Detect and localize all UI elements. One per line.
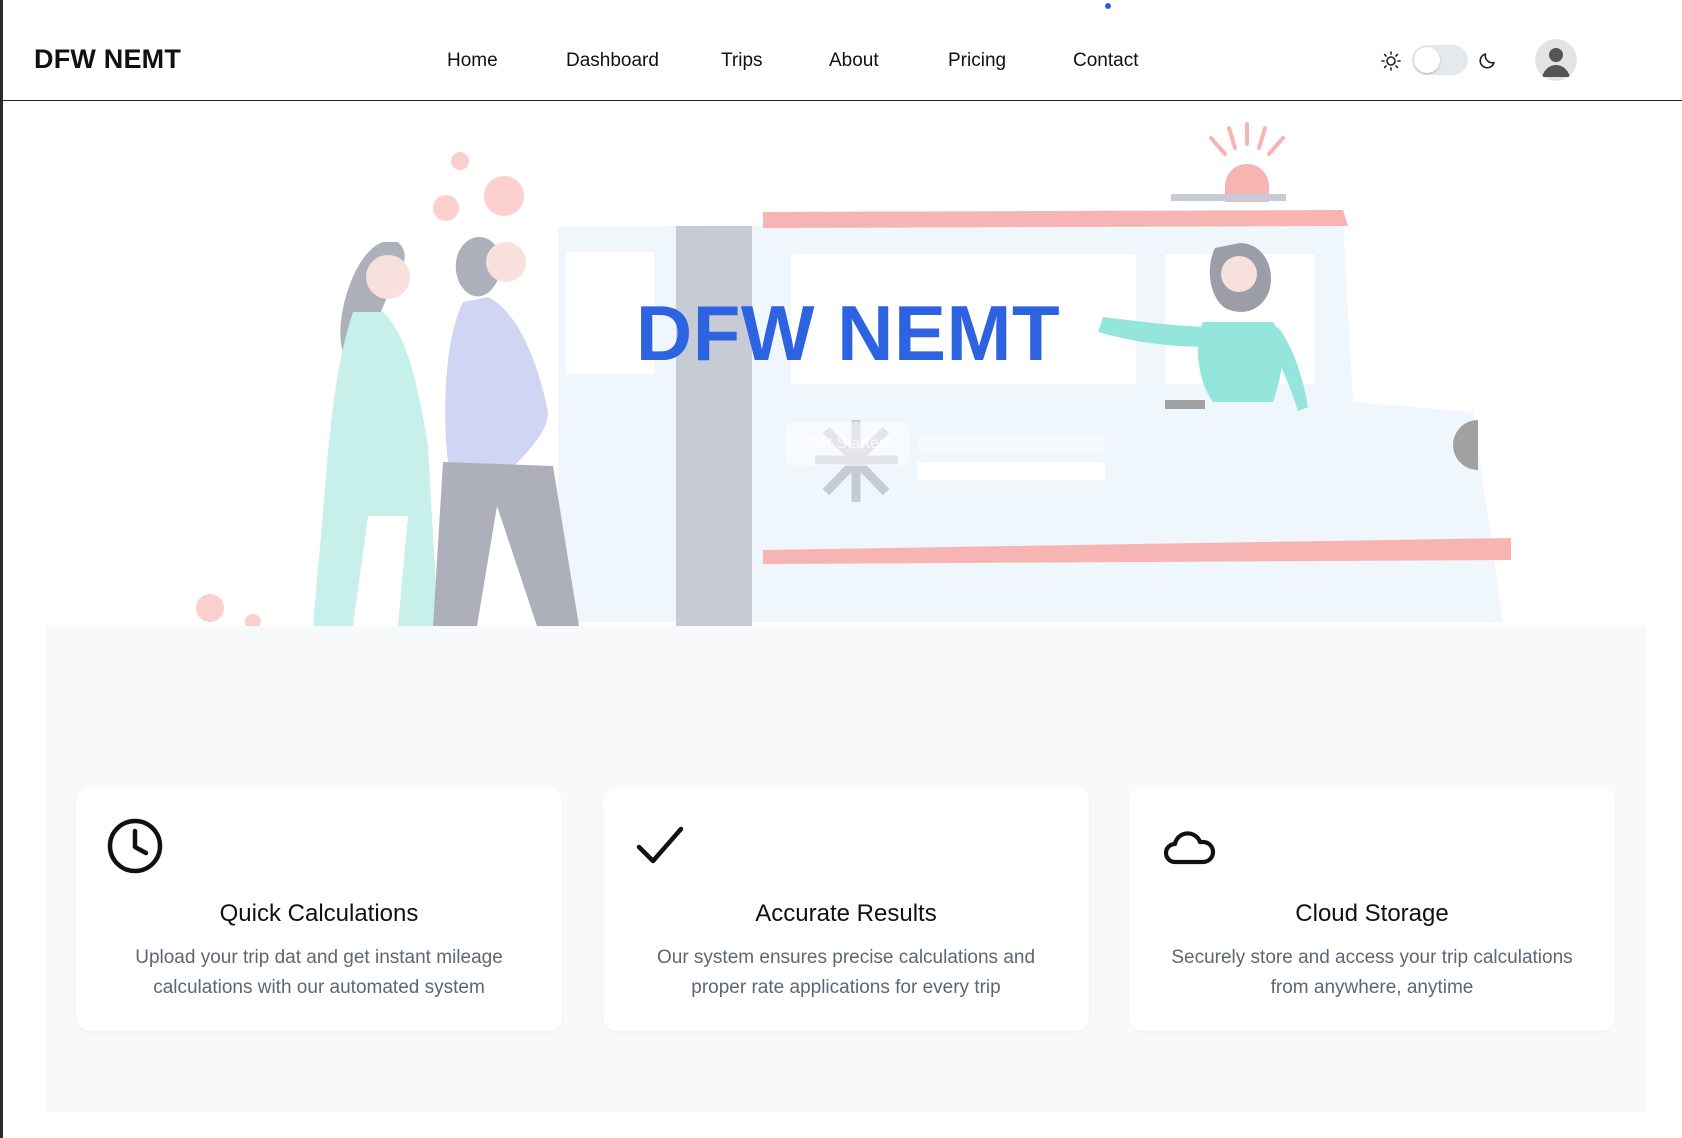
get-started-button[interactable]: Get Started [785, 422, 909, 466]
feature-card-accurate-results: Accurate Results Our system ensures prec… [603, 787, 1089, 1031]
nav-home[interactable]: Home [447, 50, 498, 72]
nav-pricing[interactable]: Pricing [948, 50, 1006, 72]
feature-card-cloud-storage: Cloud Storage Securely store and access … [1129, 787, 1615, 1031]
feature-title: Cloud Storage [1295, 900, 1449, 927]
toggle-knob [1414, 47, 1440, 73]
hero-title: DFW NEMT [635, 289, 1061, 377]
theme-toggle[interactable] [1412, 45, 1468, 75]
features-section: Quick Calculations Upload your trip dat … [46, 626, 1646, 1112]
brand-logo[interactable]: DFW NEMT [34, 44, 181, 75]
cloud-icon [1163, 831, 1216, 865]
feature-title: Quick Calculations [219, 900, 419, 927]
navbar: DFW NEMT Home Dashboard Trips About Pric… [3, 0, 1682, 101]
feature-description: Securely store and access your trip calc… [1171, 947, 1573, 998]
page: DFW NEMT Home Dashboard Trips About Pric… [0, 0, 1682, 1138]
user-icon [1542, 48, 1570, 77]
indicator-dot [1105, 3, 1111, 9]
hero-section: DFW NEMT Get Started [3, 102, 1682, 626]
user-avatar[interactable] [1535, 39, 1577, 81]
sun-icon [1381, 51, 1401, 71]
moon-icon [1479, 53, 1495, 69]
nav-contact[interactable]: Contact [1073, 50, 1138, 72]
feature-description: Our system ensures precise calculations … [656, 947, 1036, 998]
clock-icon [107, 818, 163, 874]
nav-trips[interactable]: Trips [721, 50, 763, 72]
nav-about[interactable]: About [829, 50, 879, 72]
feature-card-quick-calculations: Quick Calculations Upload your trip dat … [76, 787, 562, 1031]
feature-title: Accurate Results [755, 900, 937, 927]
feature-description: Upload your trip dat and get instant mil… [135, 947, 503, 998]
nav-dashboard[interactable]: Dashboard [566, 50, 659, 72]
check-icon [636, 826, 684, 864]
